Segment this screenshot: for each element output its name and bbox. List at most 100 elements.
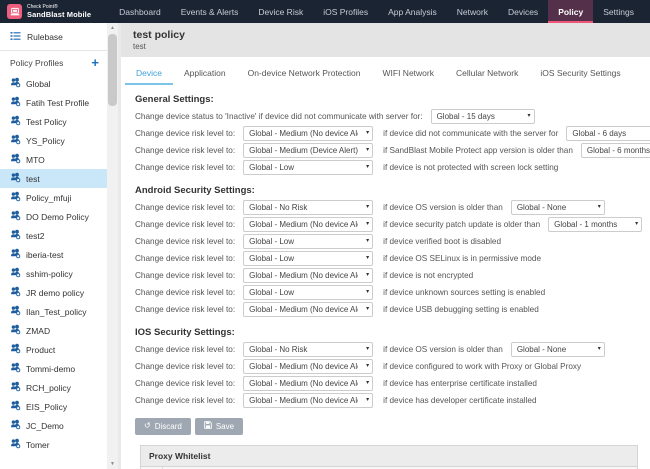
sidebar-profile-ys-policy[interactable]: YS_Policy xyxy=(0,131,107,150)
condition-duration-select[interactable]: Global - 1 months ▾ xyxy=(548,217,643,232)
sidebar-profile-policy-mfuji[interactable]: Policy_mfuji xyxy=(0,188,107,207)
sidebar-profile-jr-demo-policy[interactable]: JR demo policy xyxy=(0,283,107,302)
tab-application[interactable]: Application xyxy=(173,66,237,85)
nav-item-label: Devices xyxy=(507,6,539,17)
risk-level-select[interactable]: Global - Medium (No device Alert) ▾ xyxy=(243,126,374,141)
settings-section: IOS Security Settings: Change device ris… xyxy=(135,327,642,409)
risk-level-select[interactable]: Global - Medium (Device Alert) ▾ xyxy=(243,143,374,158)
sidebar-profile-zmad[interactable]: ZMAD xyxy=(0,321,107,340)
sidebar-profile-product[interactable]: Product xyxy=(0,340,107,359)
sidebar-profile-tomer[interactable]: Tomer xyxy=(0,435,107,454)
sidebar-profile-label: test xyxy=(26,173,40,184)
sidebar-item-rulebase[interactable]: Rulebase xyxy=(0,23,107,51)
nav-item-label: Settings xyxy=(603,6,634,17)
sidebar-scrollbar[interactable]: ▲ ▼ xyxy=(107,23,118,469)
setting-condition: if device security patch update is older… xyxy=(383,220,541,229)
policy-header: test policy test xyxy=(121,23,650,57)
sidebar-profile-global[interactable]: Global xyxy=(0,74,107,93)
tab-label: Cellular Network xyxy=(455,68,519,78)
tab-on-device-network-protection[interactable]: On-device Network Protection xyxy=(237,66,372,85)
sidebar-profile-rch-policy[interactable]: RCH_policy xyxy=(0,378,107,397)
discard-button[interactable]: ↺ Discard xyxy=(135,418,191,435)
risk-level-select[interactable]: Global - Low ▾ xyxy=(243,234,374,249)
nav-item-device-risk[interactable]: Device Risk xyxy=(248,0,313,23)
scroll-up-arrow-icon[interactable]: ▲ xyxy=(107,23,118,33)
condition-duration-select[interactable]: Global - 6 days ▾ xyxy=(566,126,650,141)
risk-level-select[interactable]: Global - Low ▾ xyxy=(243,251,374,266)
sidebar-profile-label: Ilan_Test_policy xyxy=(26,306,87,317)
setting-condition: if device is not protected with screen l… xyxy=(383,163,559,172)
risk-level-select[interactable]: Global - No Risk ▾ xyxy=(243,200,374,215)
nav-item-app-analysis[interactable]: App Analysis xyxy=(378,0,447,23)
risk-level-select[interactable]: Global - Medium (No device Alert) ▾ xyxy=(243,359,374,374)
nav-item-ios-profiles[interactable]: iOS Profiles xyxy=(313,0,378,23)
risk-level-select[interactable]: Global - Medium (No device Alert) ▾ xyxy=(243,268,374,283)
setting-label: Change device risk level to: xyxy=(135,163,236,172)
form-actions: ↺ Discard Save xyxy=(135,418,642,435)
policy-setting-row: Change device status to 'Inactive' if de… xyxy=(135,108,642,125)
brand-name-top: Check Point® xyxy=(27,3,58,10)
sidebar-profile-label: MTO xyxy=(26,154,45,165)
nav-item-events-alerts[interactable]: Events & Alerts xyxy=(171,0,249,23)
policy-setting-row: Change device risk level to: Global - Lo… xyxy=(135,233,642,250)
setting-label: Change device risk level to: xyxy=(135,237,236,246)
policy-profile-icon xyxy=(10,362,21,375)
risk-level-select[interactable]: Global - Medium (No device Alert) ▾ xyxy=(243,376,374,391)
policy-setting-row: Change device risk level to: Global - Me… xyxy=(135,216,643,233)
sidebar-profile-eis-policy[interactable]: EIS_Policy xyxy=(0,397,107,416)
brand-logo: Check Point® SandBlast Mobile xyxy=(0,0,99,23)
sidebar-profile-label: sshim-policy xyxy=(26,268,73,279)
setting-condition: if device has enterprise certificate ins… xyxy=(383,379,537,388)
setting-condition: if SandBlast Mobile Protect app version … xyxy=(383,146,573,155)
setting-label: Change device risk level to: xyxy=(135,396,236,405)
policy-profile-icon xyxy=(10,286,21,299)
sidebar-profile-sshim-policy[interactable]: sshim-policy xyxy=(0,264,107,283)
tab-cellular-network[interactable]: Cellular Network xyxy=(445,66,529,85)
tab-ios-security-settings[interactable]: iOS Security Settings xyxy=(529,66,631,85)
policy-setting-row: Change device risk level to: Global - Me… xyxy=(135,125,650,142)
sidebar-profile-tommi-demo[interactable]: Tommi-demo xyxy=(0,359,107,378)
nav-item-network[interactable]: Network xyxy=(447,0,498,23)
setting-label: Change device risk level to: xyxy=(135,379,236,388)
tab-wifi-network[interactable]: WIFI Network xyxy=(372,66,445,85)
policy-profile-icon xyxy=(10,172,21,185)
condition-duration-select[interactable]: Global - None ▾ xyxy=(510,200,605,215)
tab-device[interactable]: Device xyxy=(125,66,173,85)
setting-label: Change device risk level to: xyxy=(135,288,236,297)
nav-item-policy[interactable]: Policy xyxy=(548,0,594,23)
nav-item-settings[interactable]: Settings xyxy=(593,0,644,23)
risk-level-select[interactable]: Global - Low ▾ xyxy=(243,285,374,300)
policy-profile-icon xyxy=(10,381,21,394)
sidebar-profile-iberia-test[interactable]: iberia-test xyxy=(0,245,107,264)
policy-profile-icon xyxy=(10,438,21,451)
sidebar-profile-jc-demo[interactable]: JC_Demo xyxy=(0,416,107,435)
risk-level-select[interactable]: Global - Medium (No device Alert) ▾ xyxy=(243,217,374,232)
sidebar-profile-mto[interactable]: MTO xyxy=(0,150,107,169)
sidebar-profile-ilan-test-policy[interactable]: Ilan_Test_policy xyxy=(0,302,107,321)
risk-level-select[interactable]: Global - 15 days ▾ xyxy=(430,109,535,124)
save-button[interactable]: Save xyxy=(194,418,244,435)
sidebar-profile-label: ZMAD xyxy=(26,325,51,336)
add-policy-profile-button[interactable]: + xyxy=(91,56,99,69)
risk-level-select[interactable]: Global - No Risk ▾ xyxy=(243,342,374,357)
setting-label: Change device risk level to: xyxy=(135,203,236,212)
scrollbar-thumb[interactable] xyxy=(108,34,117,106)
sidebar-profile-test2[interactable]: test2 xyxy=(0,226,107,245)
sidebar-profile-test[interactable]: test xyxy=(0,169,107,188)
sidebar-profile-fatih-test-profile[interactable]: Fatih Test Profile xyxy=(0,93,107,112)
nav-item-dashboard[interactable]: Dashboard xyxy=(109,0,171,23)
condition-duration-select[interactable]: Global - None ▾ xyxy=(510,342,605,357)
condition-duration-select[interactable]: Global - 6 months ▾ xyxy=(580,143,650,158)
policy-setting-row: Change device risk level to: Global - Lo… xyxy=(135,250,642,267)
scroll-down-arrow-icon[interactable]: ▼ xyxy=(107,459,118,469)
sidebar-profile-test-policy[interactable]: Test Policy xyxy=(0,112,107,131)
risk-level-select[interactable]: Global - Low ▾ xyxy=(243,160,374,175)
settings-section: Android Security Settings: Change device… xyxy=(135,185,643,318)
setting-condition: if device OS SELinux is in permissive mo… xyxy=(383,254,542,263)
policy-setting-row: Change device risk level to: Global - Me… xyxy=(135,267,642,284)
nav-item-devices[interactable]: Devices xyxy=(498,0,548,23)
sidebar-profile-do-demo-policy[interactable]: DO Demo Policy xyxy=(0,207,107,226)
risk-level-select[interactable]: Global - Medium (No device Alert) ▾ xyxy=(243,393,374,408)
policy-profiles-header: Policy Profiles + xyxy=(0,51,107,74)
risk-level-select[interactable]: Global - Medium (No device Alert) ▾ xyxy=(243,302,374,317)
